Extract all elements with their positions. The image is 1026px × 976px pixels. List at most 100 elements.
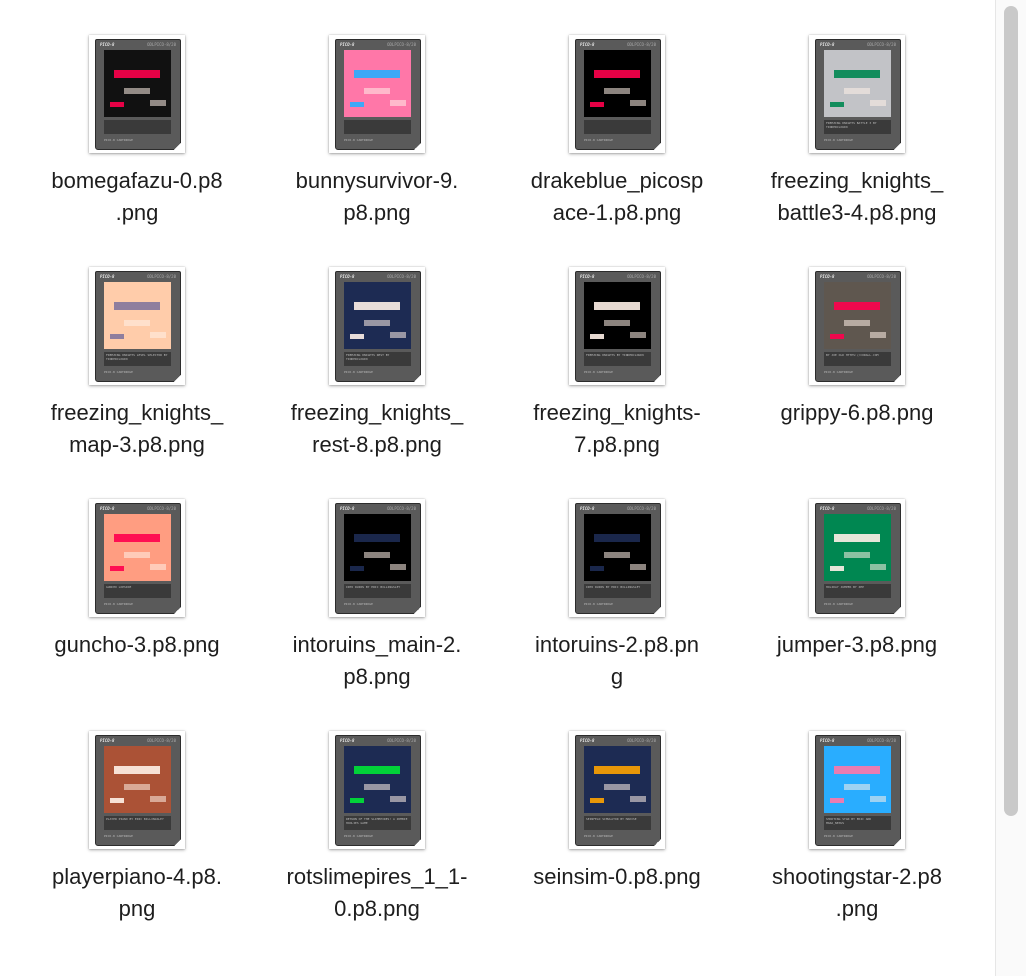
screen-pixel-art xyxy=(124,784,150,790)
file-thumbnail[interactable]: PICO-8 ODLPICO-8/20 GUNCHO LOPSIDE PICO-… xyxy=(89,499,185,617)
pico8-cartridge-icon: PICO-8 ODLPICO-8/20 PICO-8 CARTRIDGE xyxy=(575,39,661,150)
cart-model: ODLPICO-8/20 xyxy=(147,274,176,279)
file-thumbnail[interactable]: PICO-8 ODLPICO-8/20 FREEZING KNIGHTS LEV… xyxy=(89,267,185,385)
cart-header: PICO-8 ODLPICO-8/20 xyxy=(819,738,897,744)
cart-screenshot xyxy=(584,514,651,581)
cart-header: PICO-8 ODLPICO-8/20 xyxy=(819,42,897,48)
cart-header: PICO-8 ODLPICO-8/20 xyxy=(339,274,417,280)
file-item[interactable]: PICO-8 ODLPICO-8/20 FREEZING KNIGHTS LEV… xyxy=(21,247,253,479)
file-thumbnail[interactable]: PICO-8 ODLPICO-8/20 FREEZING KNIGHTS RES… xyxy=(329,267,425,385)
cart-screenshot xyxy=(824,282,891,349)
cart-brand: PICO-8 xyxy=(340,274,355,279)
file-name: jumper-3.p8.png xyxy=(776,632,938,657)
cart-screenshot xyxy=(104,746,171,813)
file-item[interactable]: PICO-8 ODLPICO-8/20 PICO-8 CARTRIDGE dra… xyxy=(501,15,733,247)
pico8-cartridge-icon: PICO-8 ODLPICO-8/20 FREEZING KNIGHTS BY … xyxy=(575,271,661,382)
file-thumbnail[interactable]: PICO-8 ODLPICO-8/20 BY JOE OLD HTTPS://C… xyxy=(809,267,905,385)
file-item[interactable]: PICO-8 ODLPICO-8/20 INTO RUINS BY ERIC B… xyxy=(501,479,733,711)
screen-pixel-art xyxy=(590,798,604,803)
cart-screenshot xyxy=(584,50,651,117)
screen-pixel-art xyxy=(110,334,124,339)
file-item[interactable]: PICO-8 ODLPICO-8/20 FREEZING KNIGHTS RES… xyxy=(261,247,493,479)
file-item[interactable]: PICO-8 ODLPICO-8/20 SEINFELD SIMULATOR B… xyxy=(501,711,733,943)
screen-pixel-art xyxy=(124,320,150,326)
pico8-cartridge-icon: PICO-8 ODLPICO-8/20 PICO-8 CARTRIDGE xyxy=(95,39,181,150)
cart-footer: PICO-8 CARTRIDGE xyxy=(104,370,133,374)
cart-footer: PICO-8 CARTRIDGE xyxy=(584,602,613,606)
screen-pixel-art xyxy=(630,796,646,802)
file-item[interactable]: PICO-8 ODLPICO-8/20 FREEZING KNIGHTS BY … xyxy=(501,247,733,479)
cart-model: ODLPICO-8/20 xyxy=(387,506,416,511)
file-name: playerpiano-4.p8. png xyxy=(51,864,222,921)
screen-pixel-art xyxy=(150,100,166,106)
screen-pixel-art xyxy=(870,100,886,106)
screen-pixel-art xyxy=(630,332,646,338)
screen-pixel-art xyxy=(114,302,160,310)
file-item[interactable]: PICO-8 ODLPICO-8/20 GUNCHO LOPSIDE PICO-… xyxy=(21,479,253,711)
file-item[interactable]: PICO-8 ODLPICO-8/20 PLAYER PIANO BY ERIC… xyxy=(21,711,253,943)
cart-model: ODLPICO-8/20 xyxy=(387,738,416,743)
file-item[interactable]: PICO-8 ODLPICO-8/20 FREEZING KNIGHTS BAT… xyxy=(741,15,973,247)
file-item[interactable]: PICO-8 ODLPICO-8/20 PICO-8 CARTRIDGE bun… xyxy=(261,15,493,247)
cart-header: PICO-8 ODLPICO-8/20 xyxy=(99,738,177,744)
pico8-cartridge-icon: PICO-8 ODLPICO-8/20 RETURN OF THE SLIMEP… xyxy=(335,735,421,846)
cart-footer: PICO-8 CARTRIDGE xyxy=(824,138,853,142)
cart-brand: PICO-8 xyxy=(580,274,595,279)
screen-pixel-art xyxy=(390,332,406,338)
file-thumbnail[interactable]: PICO-8 ODLPICO-8/20 PICO-8 CARTRIDGE xyxy=(329,35,425,153)
screen-pixel-art xyxy=(364,552,390,558)
scrollbar-thumb[interactable] xyxy=(1004,6,1018,816)
screen-pixel-art xyxy=(150,332,166,338)
cart-brand: PICO-8 xyxy=(580,42,595,47)
file-item[interactable]: PICO-8 ODLPICO-8/20 BY JOE OLD HTTPS://C… xyxy=(741,247,973,479)
file-item[interactable]: PICO-8 ODLPICO-8/20 HOLIDAY JUMPER BY ZE… xyxy=(741,479,973,711)
cart-label xyxy=(584,120,651,134)
file-thumbnail[interactable]: PICO-8 ODLPICO-8/20 SEINFELD SIMULATOR B… xyxy=(569,731,665,849)
file-thumbnail[interactable]: PICO-8 ODLPICO-8/20 INTO RUINS BY ERIC B… xyxy=(329,499,425,617)
cart-brand: PICO-8 xyxy=(820,42,835,47)
cart-model: ODLPICO-8/20 xyxy=(147,506,176,511)
file-item[interactable]: PICO-8 ODLPICO-8/20 INTO RUINS BY ERIC B… xyxy=(261,479,493,711)
file-item[interactable]: PICO-8 ODLPICO-8/20 PICO-8 CARTRIDGE bom… xyxy=(21,15,253,247)
cart-header: PICO-8 ODLPICO-8/20 xyxy=(339,42,417,48)
cart-header: PICO-8 ODLPICO-8/20 xyxy=(579,274,657,280)
file-thumbnail[interactable]: PICO-8 ODLPICO-8/20 FREEZING KNIGHTS BAT… xyxy=(809,35,905,153)
file-name: freezing_knights_ rest-8.p8.png xyxy=(290,400,464,457)
pico8-cartridge-icon: PICO-8 ODLPICO-8/20 GUNCHO LOPSIDE PICO-… xyxy=(95,503,181,614)
cart-footer: PICO-8 CARTRIDGE xyxy=(824,602,853,606)
cart-footer: PICO-8 CARTRIDGE xyxy=(104,834,133,838)
cart-footer: PICO-8 CARTRIDGE xyxy=(344,138,373,142)
vertical-scrollbar[interactable] xyxy=(995,0,1026,976)
cart-label: FREEZING KNIGHTS BATTLE 3 BY TINDERCLOUD… xyxy=(824,120,891,134)
screen-pixel-art xyxy=(604,784,630,790)
file-item[interactable]: PICO-8 ODLPICO-8/20 SHOOTING STAR BY ERI… xyxy=(741,711,973,943)
cart-label xyxy=(104,120,171,134)
cart-footer: PICO-8 CARTRIDGE xyxy=(104,602,133,606)
file-thumbnail[interactable]: PICO-8 ODLPICO-8/20 RETURN OF THE SLIMEP… xyxy=(329,731,425,849)
cart-screenshot xyxy=(824,50,891,117)
file-thumbnail[interactable]: PICO-8 ODLPICO-8/20 PICO-8 CARTRIDGE xyxy=(89,35,185,153)
pico8-cartridge-icon: PICO-8 ODLPICO-8/20 INTO RUINS BY ERIC B… xyxy=(335,503,421,614)
file-name: guncho-3.p8.png xyxy=(54,632,220,657)
file-name: intoruins_main-2. p8.png xyxy=(292,632,462,689)
pico8-cartridge-icon: PICO-8 ODLPICO-8/20 SEINFELD SIMULATOR B… xyxy=(575,735,661,846)
file-thumbnail[interactable]: PICO-8 ODLPICO-8/20 SHOOTING STAR BY ERI… xyxy=(809,731,905,849)
cart-footer: PICO-8 CARTRIDGE xyxy=(104,138,133,142)
file-thumbnail[interactable]: PICO-8 ODLPICO-8/20 PICO-8 CARTRIDGE xyxy=(569,35,665,153)
cart-footer: PICO-8 CARTRIDGE xyxy=(584,138,613,142)
screen-pixel-art xyxy=(830,798,844,803)
screen-pixel-art xyxy=(630,100,646,106)
screen-pixel-art xyxy=(390,564,406,570)
file-name: rotslimepires_1_1- 0.p8.png xyxy=(286,864,468,921)
file-thumbnail[interactable]: PICO-8 ODLPICO-8/20 PLAYER PIANO BY ERIC… xyxy=(89,731,185,849)
screen-pixel-art xyxy=(114,766,160,774)
file-name: seinsim-0.p8.png xyxy=(533,864,701,889)
file-grid: PICO-8 ODLPICO-8/20 PICO-8 CARTRIDGE bom… xyxy=(0,0,996,976)
file-item[interactable]: PICO-8 ODLPICO-8/20 RETURN OF THE SLIMEP… xyxy=(261,711,493,943)
screen-pixel-art xyxy=(870,332,886,338)
cart-label: BY JOE OLD HTTPS://CORALL.COM xyxy=(824,352,891,366)
file-thumbnail[interactable]: PICO-8 ODLPICO-8/20 FREEZING KNIGHTS BY … xyxy=(569,267,665,385)
file-thumbnail[interactable]: PICO-8 ODLPICO-8/20 HOLIDAY JUMPER BY ZE… xyxy=(809,499,905,617)
cart-brand: PICO-8 xyxy=(820,274,835,279)
file-thumbnail[interactable]: PICO-8 ODLPICO-8/20 INTO RUINS BY ERIC B… xyxy=(569,499,665,617)
